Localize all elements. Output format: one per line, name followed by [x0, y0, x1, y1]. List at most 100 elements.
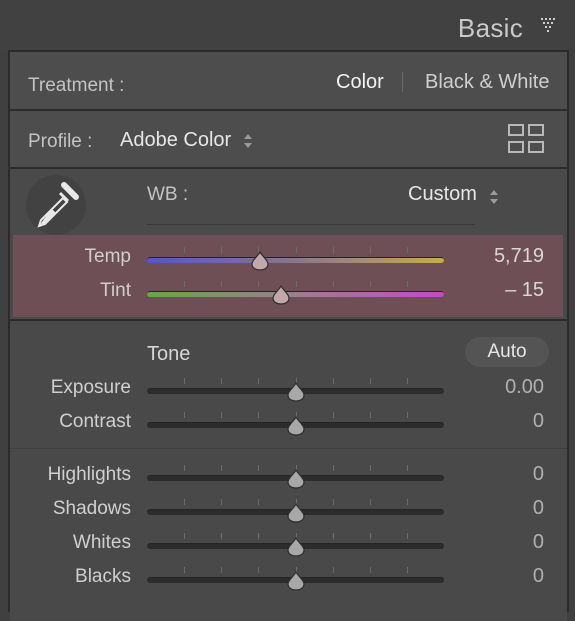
slider-tick — [370, 281, 371, 287]
profile-dropdown[interactable]: Adobe Color — [120, 129, 231, 152]
highlights-row: Highlights 0 — [10, 461, 567, 491]
temp-slider-track[interactable] — [147, 257, 444, 263]
panel-header[interactable]: Basic — [0, 0, 575, 50]
treatment-bw-option[interactable]: Black & White — [425, 71, 549, 94]
slider-tick — [370, 465, 371, 471]
slider-tick — [407, 247, 408, 253]
eyedropper-button[interactable] — [26, 175, 86, 235]
blacks-slider[interactable] — [147, 563, 444, 593]
whites-value[interactable]: 0 — [533, 531, 544, 554]
slider-tick — [333, 465, 334, 471]
up-down-stepper-icon[interactable] — [489, 188, 499, 206]
slider-tick — [333, 412, 334, 418]
temp-slider-ticks — [147, 247, 444, 253]
treatment-separator — [402, 72, 403, 92]
temp-value[interactable]: 5,719 — [494, 245, 544, 268]
slider-tick — [258, 281, 259, 287]
slider-tick — [184, 465, 185, 471]
grid-icon[interactable] — [508, 124, 544, 154]
slider-tick — [407, 465, 408, 471]
contrast-row: Contrast 0 — [10, 408, 567, 438]
slider-tick — [370, 533, 371, 539]
slider-tick — [221, 247, 222, 253]
slider-tick — [370, 499, 371, 505]
contrast-slider[interactable] — [147, 408, 444, 438]
slider-tick — [258, 465, 259, 471]
profile-label: Profile : — [28, 131, 93, 152]
slider-tick — [221, 412, 222, 418]
treatment-color-option[interactable]: Color — [336, 71, 384, 94]
highlights-slider[interactable] — [147, 461, 444, 491]
triangle-down-icon[interactable] — [541, 18, 557, 32]
slider-tick — [184, 378, 185, 384]
slider-tick — [258, 412, 259, 418]
slider-tick — [407, 499, 408, 505]
slider-tick — [221, 533, 222, 539]
treatment-label: Treatment : — [28, 75, 125, 96]
slider-tick — [221, 499, 222, 505]
exposure-row: Exposure 0.00 — [10, 374, 567, 404]
exposure-value[interactable]: 0.00 — [505, 376, 544, 399]
exposure-slider-thumb[interactable] — [286, 382, 306, 402]
temp-row: Temp 5,719 — [10, 243, 567, 273]
tint-value[interactable]: – 15 — [505, 279, 544, 302]
slider-tick — [407, 281, 408, 287]
auto-button[interactable]: Auto — [465, 337, 549, 367]
tint-slider-track[interactable] — [147, 291, 444, 297]
exposure-slider[interactable] — [147, 374, 444, 404]
slider-tick — [221, 567, 222, 573]
temp-label: Temp — [84, 246, 131, 267]
temp-slider[interactable] — [147, 243, 444, 273]
slider-tick — [370, 378, 371, 384]
up-down-stepper-icon[interactable] — [243, 132, 253, 150]
slider-tick — [221, 281, 222, 287]
shadows-slider-thumb[interactable] — [286, 503, 306, 523]
slider-tick — [258, 567, 259, 573]
shadows-value[interactable]: 0 — [533, 497, 544, 520]
slider-tick — [258, 378, 259, 384]
slider-tick — [258, 499, 259, 505]
profile-section: Profile : Adobe Color — [10, 111, 567, 169]
whites-row: Whites 0 — [10, 529, 567, 559]
tint-slider[interactable] — [147, 277, 444, 307]
tint-slider-ticks — [147, 281, 444, 287]
blacks-slider-thumb[interactable] — [286, 571, 306, 591]
treatment-section: Treatment : Color Black & White — [10, 52, 567, 111]
highlights-slider-thumb[interactable] — [286, 469, 306, 489]
whites-label: Whites — [72, 532, 131, 553]
contrast-value[interactable]: 0 — [533, 410, 544, 433]
slider-tick — [407, 378, 408, 384]
shadows-label: Shadows — [52, 498, 131, 519]
whites-slider[interactable] — [147, 529, 444, 559]
white-balance-section: WB : Custom Temp 5,719 Tint – 15 — [10, 169, 567, 321]
tint-slider-thumb[interactable] — [271, 285, 291, 305]
slider-tick — [221, 378, 222, 384]
slider-tick — [370, 412, 371, 418]
slider-tick — [333, 281, 334, 287]
blacks-value[interactable]: 0 — [533, 565, 544, 588]
panel-title: Basic — [457, 13, 523, 43]
slider-tick — [221, 465, 222, 471]
basic-panel: Treatment : Color Black & White Profile … — [8, 50, 569, 621]
highlights-value[interactable]: 0 — [533, 463, 544, 486]
blacks-row: Blacks 0 — [10, 563, 567, 593]
whites-slider-thumb[interactable] — [286, 537, 306, 557]
slider-tick — [184, 281, 185, 287]
slider-tick — [184, 567, 185, 573]
tint-row: Tint – 15 — [10, 277, 567, 307]
shadows-slider[interactable] — [147, 495, 444, 525]
slider-tick — [184, 533, 185, 539]
slider-tick — [407, 567, 408, 573]
slider-tick — [296, 247, 297, 253]
slider-tick — [184, 499, 185, 505]
temp-slider-thumb[interactable] — [250, 251, 270, 271]
slider-tick — [333, 533, 334, 539]
contrast-label: Contrast — [59, 411, 131, 432]
wb-dropdown[interactable]: Custom — [408, 183, 477, 206]
shadows-row: Shadows 0 — [10, 495, 567, 525]
slider-tick — [258, 533, 259, 539]
slider-tick — [407, 412, 408, 418]
slider-tick — [333, 499, 334, 505]
contrast-slider-thumb[interactable] — [286, 416, 306, 436]
slider-tick — [407, 533, 408, 539]
